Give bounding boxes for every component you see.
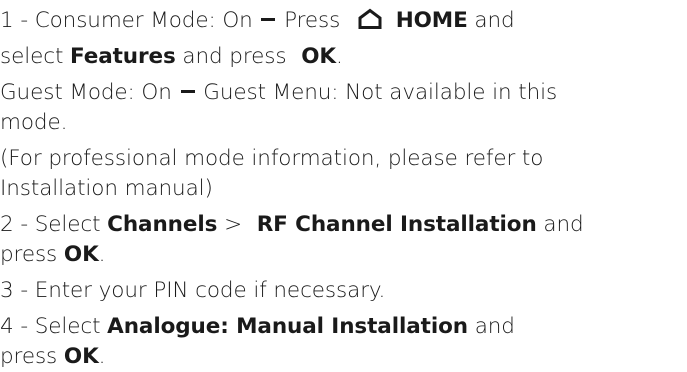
select-text: select bbox=[0, 44, 64, 69]
period: . bbox=[335, 44, 343, 69]
home-icon bbox=[357, 8, 383, 30]
chevron-text: > bbox=[224, 212, 242, 237]
line-step-2: 2 - Select Channels > RF Channel Install… bbox=[0, 210, 584, 240]
professional-note-text: (For professional mode information, plea… bbox=[0, 146, 544, 171]
guest-mode-text: Guest Mode: On bbox=[0, 80, 172, 105]
and-text: and bbox=[474, 314, 515, 339]
analogue-manual-installation-label: Analogue: Manual Installation bbox=[107, 314, 468, 339]
line-professional-note: (For professional mode information, plea… bbox=[0, 144, 543, 174]
ok-key-label: OK bbox=[301, 44, 336, 69]
features-label: Features bbox=[70, 44, 176, 69]
period: . bbox=[98, 242, 106, 267]
line-consumer-mode: 1 - Consumer Mode: On Press HOME and bbox=[0, 6, 515, 36]
home-key-label: HOME bbox=[395, 8, 468, 33]
and-text: and bbox=[543, 212, 584, 237]
line-guest-mode: Guest Mode: On Guest Menu: Not available… bbox=[0, 78, 557, 108]
rf-channel-installation-label: RF Channel Installation bbox=[256, 212, 537, 237]
installation-manual-text: Installation manual) bbox=[0, 176, 213, 201]
dash-separator bbox=[180, 90, 195, 93]
step-3-text: 3 - Enter your PIN code if necessary. bbox=[0, 278, 386, 303]
and-press-text: and press bbox=[182, 44, 287, 69]
channels-label: Channels bbox=[107, 212, 218, 237]
step-2-text: 2 - Select bbox=[0, 212, 101, 237]
ok-key-label: OK bbox=[63, 344, 99, 369]
line-select-features: select Features and press OK. bbox=[0, 42, 343, 72]
and-text: and bbox=[474, 8, 515, 33]
step-1-text: 1 - Consumer Mode: On bbox=[0, 8, 253, 33]
line-press-ok-1: press OK. bbox=[0, 240, 105, 270]
line-installation-manual: Installation manual) bbox=[0, 174, 213, 204]
period: . bbox=[98, 344, 106, 369]
line-mode: mode. bbox=[0, 108, 67, 138]
press-text: press bbox=[0, 344, 58, 369]
guest-menu-text: Guest Menu: Not available in this bbox=[203, 80, 558, 105]
press-text: press bbox=[0, 242, 58, 267]
ok-key-label: OK bbox=[63, 242, 99, 267]
press-text: Press bbox=[284, 8, 341, 33]
dash-separator bbox=[261, 18, 276, 21]
line-step-4: 4 - Select Analogue: Manual Installation… bbox=[0, 312, 515, 342]
line-step-3: 3 - Enter your PIN code if necessary. bbox=[0, 276, 385, 306]
line-press-ok-2: press OK. bbox=[0, 342, 105, 372]
mode-text: mode. bbox=[0, 110, 68, 135]
step-4-text: 4 - Select bbox=[0, 314, 101, 339]
